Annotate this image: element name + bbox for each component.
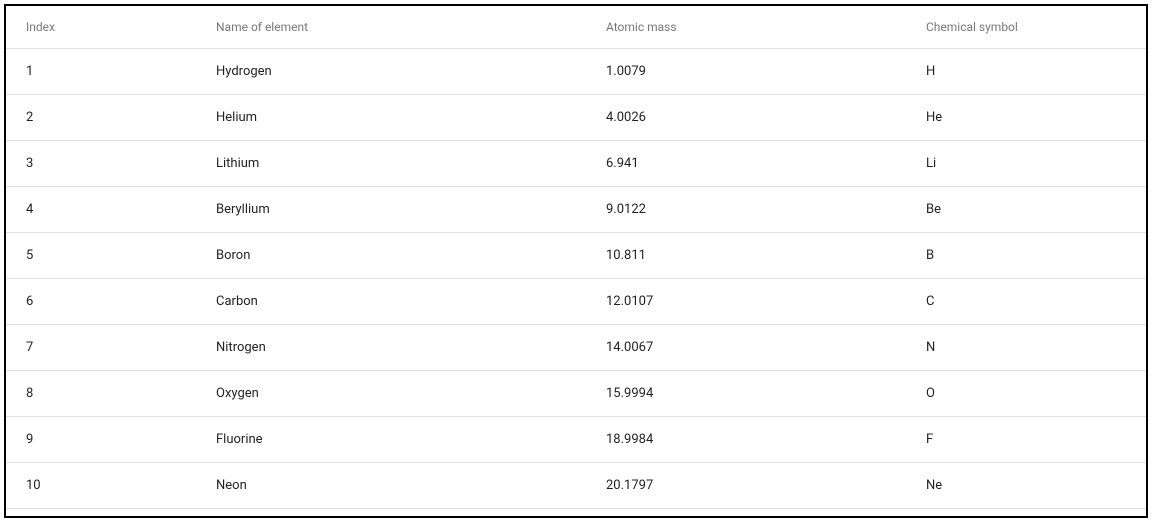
table-row[interactable]: 4Beryllium9.0122Be: [6, 187, 1146, 233]
table-row[interactable]: 10Neon20.1797Ne: [6, 463, 1146, 509]
cell-mass: 12.0107: [606, 279, 926, 325]
cell-symbol: He: [926, 95, 1146, 141]
cell-name: Fluorine: [216, 417, 606, 463]
cell-name: Oxygen: [216, 371, 606, 417]
cell-index: 9: [6, 417, 216, 463]
cell-mass: 20.1797: [606, 463, 926, 509]
cell-symbol: Li: [926, 141, 1146, 187]
cell-name: Neon: [216, 463, 606, 509]
header-index[interactable]: Index: [6, 6, 216, 49]
table-row[interactable]: 7Nitrogen14.0067N: [6, 325, 1146, 371]
cell-index: 8: [6, 371, 216, 417]
cell-name: Hydrogen: [216, 49, 606, 95]
cell-symbol: C: [926, 279, 1146, 325]
cell-name: Lithium: [216, 141, 606, 187]
table-row[interactable]: 5Boron10.811B: [6, 233, 1146, 279]
table-row[interactable]: 6Carbon12.0107C: [6, 279, 1146, 325]
cell-mass: 4.0026: [606, 95, 926, 141]
cell-mass: 9.0122: [606, 187, 926, 233]
cell-mass: 15.9994: [606, 371, 926, 417]
table-header: Index Name of element Atomic mass Chemic…: [6, 6, 1146, 49]
cell-symbol: O: [926, 371, 1146, 417]
header-row: Index Name of element Atomic mass Chemic…: [6, 6, 1146, 49]
cell-symbol: F: [926, 417, 1146, 463]
cell-index: 7: [6, 325, 216, 371]
cell-name: Boron: [216, 233, 606, 279]
cell-name: Beryllium: [216, 187, 606, 233]
cell-mass: 10.811: [606, 233, 926, 279]
cell-mass: 14.0067: [606, 325, 926, 371]
table-row[interactable]: 9Fluorine18.9984F: [6, 417, 1146, 463]
cell-symbol: N: [926, 325, 1146, 371]
cell-name: Nitrogen: [216, 325, 606, 371]
table-row[interactable]: 2Helium4.0026He: [6, 95, 1146, 141]
cell-index: 5: [6, 233, 216, 279]
header-mass[interactable]: Atomic mass: [606, 6, 926, 49]
table-body: 1Hydrogen1.0079H2Helium4.0026He3Lithium6…: [6, 49, 1146, 509]
cell-symbol: Be: [926, 187, 1146, 233]
cell-name: Carbon: [216, 279, 606, 325]
header-name[interactable]: Name of element: [216, 6, 606, 49]
elements-table: Index Name of element Atomic mass Chemic…: [6, 6, 1146, 509]
cell-mass: 1.0079: [606, 49, 926, 95]
cell-symbol: B: [926, 233, 1146, 279]
elements-table-container: Index Name of element Atomic mass Chemic…: [4, 4, 1148, 518]
cell-index: 10: [6, 463, 216, 509]
table-row[interactable]: 8Oxygen15.9994O: [6, 371, 1146, 417]
table-row[interactable]: 3Lithium6.941Li: [6, 141, 1146, 187]
cell-mass: 6.941: [606, 141, 926, 187]
cell-symbol: Ne: [926, 463, 1146, 509]
cell-index: 1: [6, 49, 216, 95]
table-row[interactable]: 1Hydrogen1.0079H: [6, 49, 1146, 95]
header-symbol[interactable]: Chemical symbol: [926, 6, 1146, 49]
cell-index: 6: [6, 279, 216, 325]
cell-name: Helium: [216, 95, 606, 141]
cell-symbol: H: [926, 49, 1146, 95]
cell-mass: 18.9984: [606, 417, 926, 463]
cell-index: 2: [6, 95, 216, 141]
cell-index: 4: [6, 187, 216, 233]
cell-index: 3: [6, 141, 216, 187]
